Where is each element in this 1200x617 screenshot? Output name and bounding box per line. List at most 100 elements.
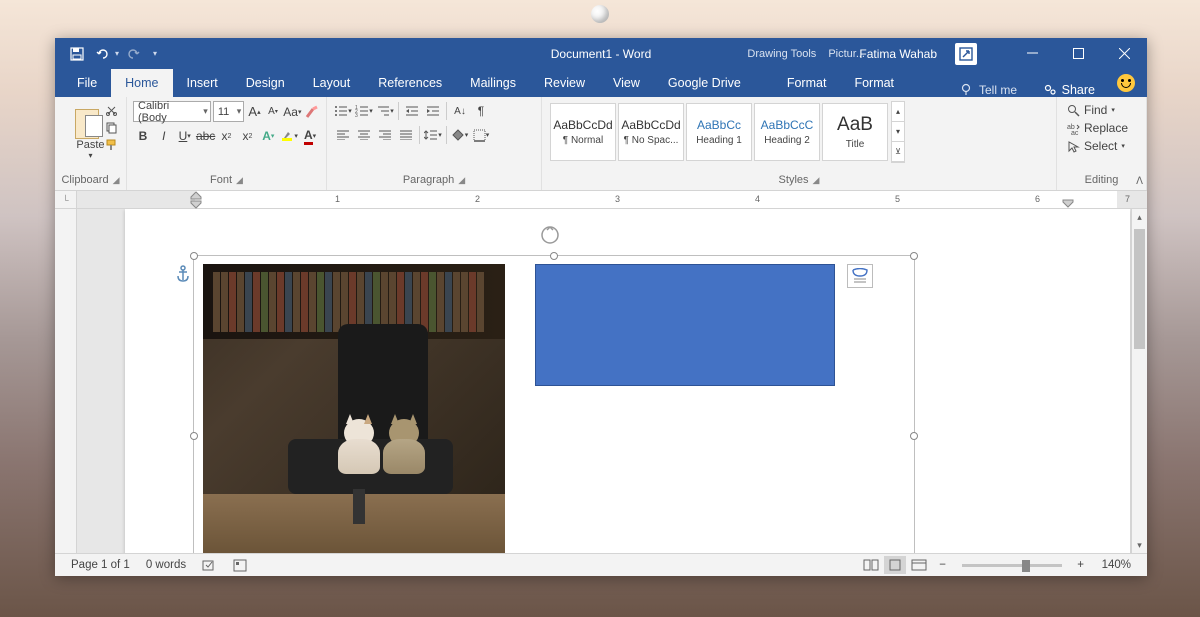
multilevel-list-button[interactable]: ▾	[375, 101, 395, 121]
decrease-indent-button[interactable]	[402, 101, 422, 121]
sort-button[interactable]: A↓	[450, 101, 470, 121]
paste-dropdown-icon[interactable]: ▾	[88, 151, 92, 160]
rotate-handle-icon[interactable]	[538, 223, 562, 247]
shrink-font-button[interactable]: A▾	[265, 102, 282, 122]
macro-button[interactable]	[225, 559, 255, 572]
tab-format-drawing[interactable]: Format	[773, 69, 841, 97]
bullets-button[interactable]: ▾	[333, 101, 353, 121]
inserted-rectangle-shape[interactable]	[535, 264, 835, 386]
style-heading2[interactable]: AaBbCcCHeading 2	[754, 103, 820, 161]
cut-button[interactable]	[103, 103, 119, 117]
qat-customize-icon[interactable]: ▾	[153, 49, 157, 58]
bold-button[interactable]: B	[133, 126, 153, 146]
style-no-spacing[interactable]: AaBbCcDd¶ No Spac...	[618, 103, 684, 161]
zoom-in-button[interactable]: +	[1070, 556, 1092, 574]
tab-mailings[interactable]: Mailings	[456, 69, 530, 97]
selection-handle-ne[interactable]	[910, 252, 918, 260]
scroll-down-button[interactable]: ▾	[1132, 537, 1147, 553]
font-color-button[interactable]: A▾	[300, 126, 320, 146]
increase-indent-button[interactable]	[423, 101, 443, 121]
gallery-expand[interactable]: ⊻	[892, 142, 904, 162]
web-layout-button[interactable]	[908, 556, 930, 574]
font-size-selector[interactable]: 11	[213, 101, 244, 122]
align-center-button[interactable]	[354, 125, 374, 145]
read-mode-button[interactable]	[860, 556, 882, 574]
tab-format-picture[interactable]: Format	[840, 69, 908, 97]
show-marks-button[interactable]: ¶	[471, 101, 491, 121]
selection-handle-n[interactable]	[550, 252, 558, 260]
numbering-button[interactable]: 123▾	[354, 101, 374, 121]
right-indent-marker-icon[interactable]	[1062, 199, 1074, 209]
copy-button[interactable]	[103, 120, 119, 134]
tab-home[interactable]: Home	[111, 69, 172, 97]
subscript-button[interactable]: x2	[217, 126, 237, 146]
zoom-out-button[interactable]: −	[932, 556, 954, 574]
highlight-button[interactable]: ▾	[279, 126, 299, 146]
zoom-slider[interactable]	[962, 564, 1062, 567]
close-button[interactable]	[1101, 38, 1147, 69]
layout-options-button[interactable]	[847, 264, 873, 288]
find-button[interactable]: Find ▾	[1063, 101, 1140, 119]
borders-button[interactable]: ▾	[471, 125, 491, 145]
tab-layout[interactable]: Layout	[299, 69, 365, 97]
underline-button[interactable]: U▾	[175, 126, 195, 146]
indent-marker-icon[interactable]	[190, 191, 202, 209]
style-heading1[interactable]: AaBbCcHeading 1	[686, 103, 752, 161]
gallery-scroll-up[interactable]: ▴	[892, 102, 904, 122]
scrollbar-thumb[interactable]	[1134, 229, 1145, 349]
undo-button[interactable]	[91, 42, 115, 66]
feedback-smiley-icon[interactable]	[1117, 74, 1135, 92]
tab-file[interactable]: File	[63, 69, 111, 97]
save-button[interactable]	[65, 42, 89, 66]
scroll-up-button[interactable]: ▴	[1132, 209, 1147, 225]
styles-dialog-launcher[interactable]: ◢	[813, 175, 820, 186]
selection-handle-w[interactable]	[190, 432, 198, 440]
replace-button[interactable]: abacReplace	[1063, 119, 1140, 137]
superscript-button[interactable]: x2	[237, 126, 257, 146]
select-button[interactable]: Select ▾	[1063, 137, 1140, 155]
clipboard-dialog-launcher[interactable]: ◢	[113, 175, 120, 186]
font-name-selector[interactable]: Calibri (Body	[133, 101, 211, 122]
line-spacing-button[interactable]: ▾	[423, 125, 443, 145]
tab-insert[interactable]: Insert	[173, 69, 232, 97]
grow-font-button[interactable]: A▴	[246, 102, 263, 122]
selection-handle-e[interactable]	[910, 432, 918, 440]
vertical-scrollbar[interactable]: ▴ ▾	[1131, 209, 1147, 553]
tab-view[interactable]: View	[599, 69, 654, 97]
tab-references[interactable]: References	[364, 69, 456, 97]
text-effects-button[interactable]: A▾	[258, 126, 278, 146]
maximize-button[interactable]	[1055, 38, 1101, 69]
page-indicator[interactable]: Page 1 of 1	[63, 559, 138, 571]
undo-dropdown-icon[interactable]: ▾	[115, 49, 119, 58]
paragraph-dialog-launcher[interactable]: ◢	[458, 175, 465, 186]
justify-button[interactable]	[396, 125, 416, 145]
print-layout-button[interactable]	[884, 556, 906, 574]
style-normal[interactable]: AaBbCcDd¶ Normal	[550, 103, 616, 161]
align-right-button[interactable]	[375, 125, 395, 145]
vertical-ruler[interactable]	[55, 209, 77, 553]
page-viewport[interactable]	[77, 209, 1147, 553]
share-button[interactable]: Share	[1043, 83, 1095, 97]
tab-google-drive[interactable]: Google Drive	[654, 69, 755, 97]
gallery-scroll-down[interactable]: ▾	[892, 122, 904, 142]
tell-me-search[interactable]: Tell me	[959, 83, 1017, 97]
redo-button[interactable]	[121, 42, 145, 66]
italic-button[interactable]: I	[154, 126, 174, 146]
zoom-level[interactable]: 140%	[1094, 559, 1139, 571]
word-count[interactable]: 0 words	[138, 559, 194, 571]
style-title[interactable]: AaBTitle	[822, 103, 888, 161]
change-case-button[interactable]: Aa▾	[283, 102, 301, 122]
format-painter-button[interactable]	[103, 137, 119, 151]
ribbon-display-options-button[interactable]	[955, 43, 977, 65]
clear-formatting-button[interactable]	[303, 102, 320, 122]
tab-review[interactable]: Review	[530, 69, 599, 97]
align-left-button[interactable]	[333, 125, 353, 145]
zoom-slider-thumb[interactable]	[1022, 560, 1030, 572]
minimize-button[interactable]	[1009, 38, 1055, 69]
proofing-button[interactable]	[194, 559, 225, 572]
inserted-photo-cats[interactable]	[203, 264, 505, 553]
shading-button[interactable]: ▾	[450, 125, 470, 145]
selection-handle-nw[interactable]	[190, 252, 198, 260]
font-dialog-launcher[interactable]: ◢	[236, 175, 243, 186]
tab-design[interactable]: Design	[232, 69, 299, 97]
